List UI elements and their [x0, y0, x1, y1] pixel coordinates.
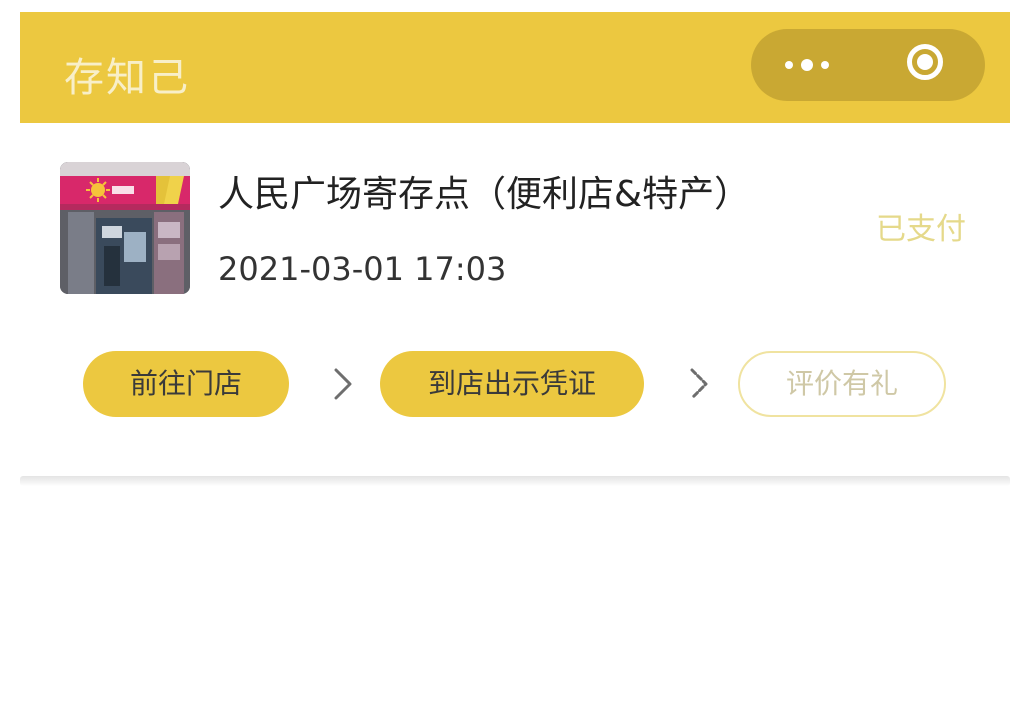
- app-title: 存知己: [64, 55, 190, 101]
- more-button[interactable]: [771, 29, 871, 101]
- menu-capsule: [751, 29, 985, 101]
- store-name: 人民广场寄存点（便利店&特产）: [218, 174, 751, 215]
- store-thumbnail: [60, 162, 190, 294]
- chevron-right-icon: [690, 368, 708, 400]
- order-time: 2021-03-01 17:03: [218, 250, 507, 288]
- order-card[interactable]: 人民广场寄存点（便利店&特产） 2021-03-01 17:03 已支付 前往门…: [20, 124, 1010, 476]
- payment-status-badge: 已支付: [876, 212, 966, 247]
- show-voucher-button[interactable]: 到店出示凭证: [380, 351, 644, 417]
- card-divider: [20, 476, 1010, 486]
- nav-header: 存知己: [20, 12, 1010, 123]
- go-to-store-button[interactable]: 前往门店: [83, 351, 289, 417]
- app-page: 存知己 人民广场寄存点（便利店&特产） 2021-03-01 17:03 已支付…: [0, 0, 1021, 707]
- close-miniprogram-button[interactable]: [901, 29, 971, 101]
- review-reward-button[interactable]: 评价有礼: [738, 351, 946, 417]
- chevron-right-icon: [334, 368, 352, 400]
